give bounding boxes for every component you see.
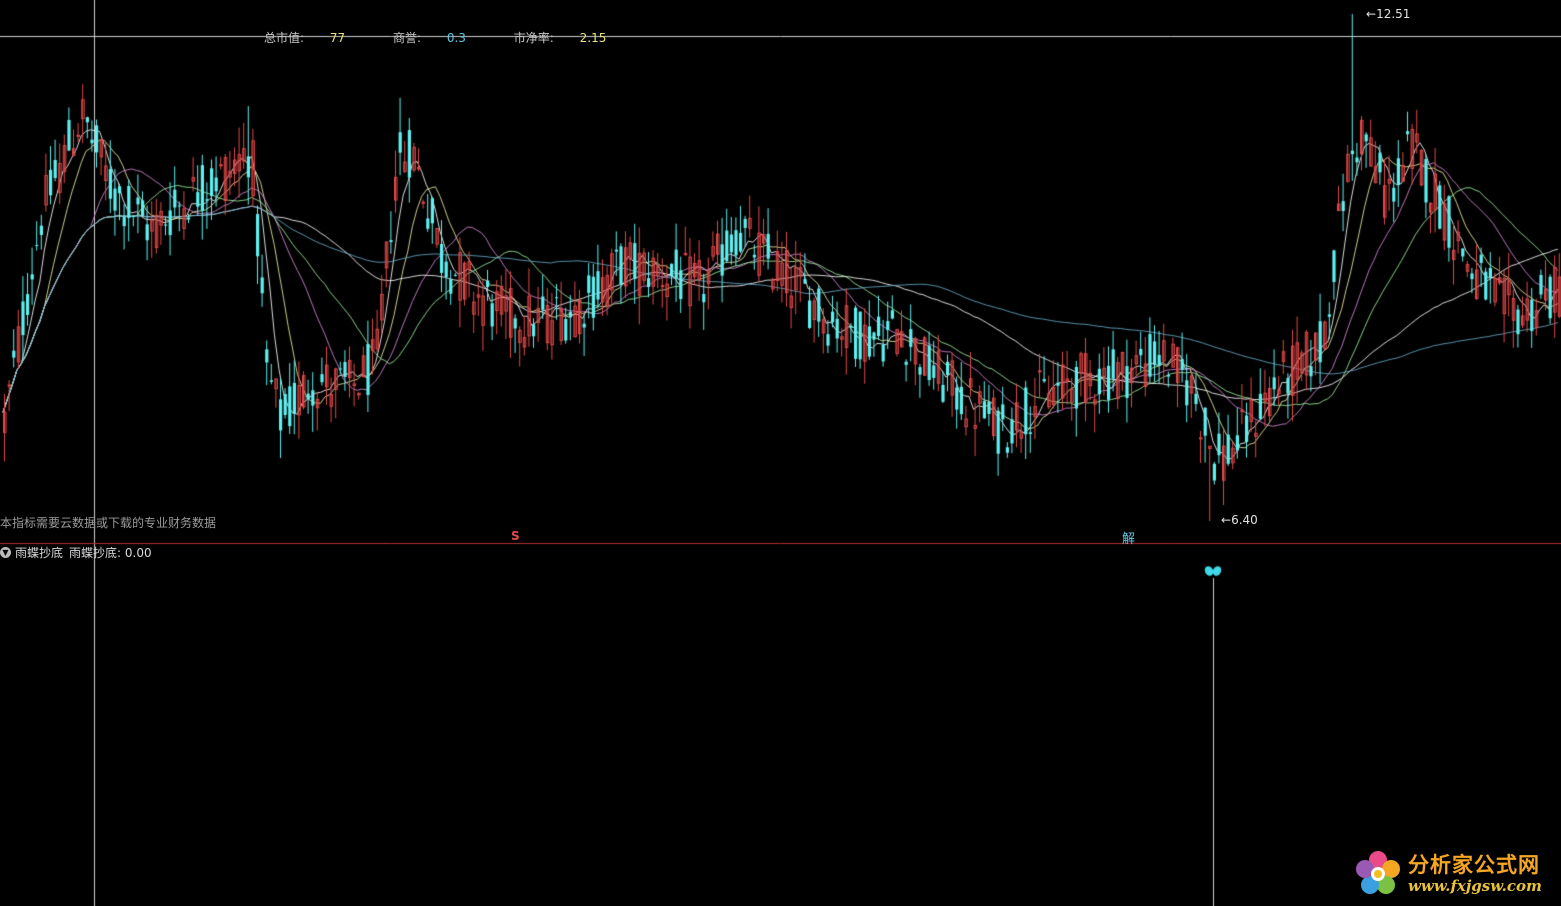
pb-value: 2.15: [579, 31, 607, 45]
indicator-header: ▼ 雨蝶抄底 雨蝶抄底: 0.00: [0, 544, 152, 561]
goodwill-value: 0.3: [446, 31, 466, 45]
high-price-label: ←12.51: [1366, 7, 1411, 21]
pb-label: 市净率:: [513, 31, 554, 45]
flower-logo-icon: [1356, 851, 1400, 894]
logo-cn-text: 分析家公式网: [1408, 853, 1540, 877]
candlestick-chart[interactable]: [0, 0, 1561, 906]
market-cap-label: 总市值:: [264, 31, 305, 45]
low-price-label: ←6.40: [1221, 513, 1258, 527]
site-logo: 分析家公式网 www.fxjgsw.com: [1352, 848, 1542, 900]
indicator-value: 雨蝶抄底: 0.00: [69, 546, 152, 560]
goodwill: 商誉: 0.3: [393, 31, 488, 45]
goodwill-label: 商誉:: [392, 31, 422, 45]
low-price-value: 6.40: [1231, 513, 1258, 527]
data-requirement-note: 本指标需要云数据或下载的专业财务数据: [0, 516, 217, 530]
chevron-down-icon[interactable]: ▼: [0, 547, 11, 558]
signal-marker-s: S: [511, 529, 520, 543]
logo-en-text: www.fxjgsw.com: [1408, 877, 1542, 895]
indicator-name[interactable]: 雨蝶抄底: [15, 544, 63, 561]
fundamental-info-bar: 总市值: 77 商誉: 0.3 市净率: 2.15: [264, 29, 650, 46]
high-price-value: 12.51: [1376, 7, 1411, 21]
market-cap: 总市值: 77: [264, 31, 367, 45]
market-cap-value: 77: [329, 31, 346, 45]
signal-marker-jie: 解: [1122, 532, 1136, 547]
pb-ratio: 市净率: 2.15: [514, 31, 629, 45]
